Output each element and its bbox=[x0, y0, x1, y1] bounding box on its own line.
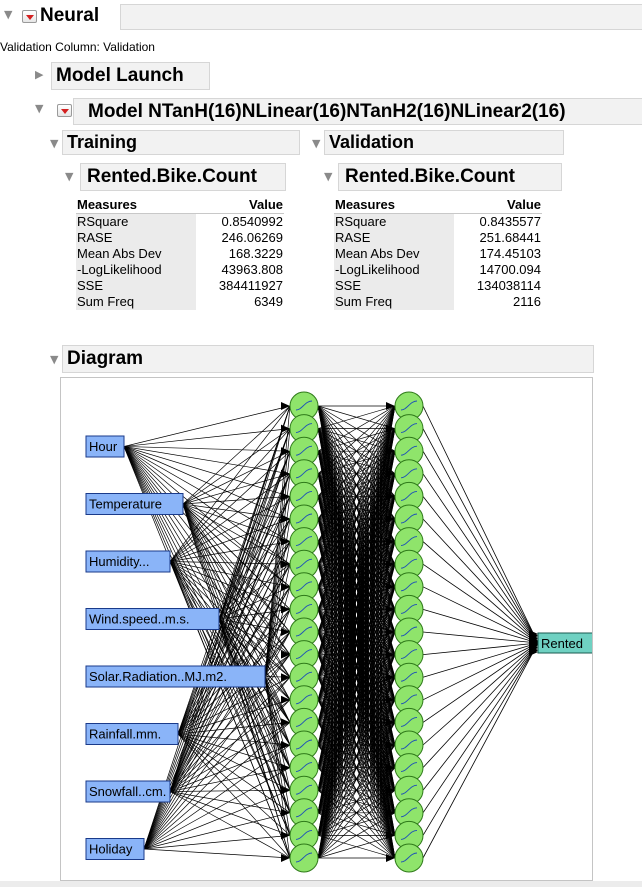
input-node: Hour bbox=[85, 435, 125, 458]
validation-col-value: Value bbox=[453, 197, 542, 214]
connection-line bbox=[143, 848, 291, 859]
input-node: Temperature bbox=[85, 493, 184, 515]
table-row: Sum Freq 2116 bbox=[334, 294, 541, 310]
connection-line bbox=[422, 631, 539, 644]
input-node: Rainfall.mm. bbox=[85, 723, 179, 745]
hidden-node-layer2 bbox=[394, 843, 424, 873]
model-disclosure-icon[interactable]: ▼ bbox=[35, 102, 43, 115]
bottom-scrollbar[interactable] bbox=[0, 881, 642, 887]
input-node: Snowfall..cm. bbox=[85, 780, 171, 803]
table-row: Mean Abs Dev 168.3229 bbox=[76, 246, 283, 262]
connection-line bbox=[422, 642, 539, 859]
table-row: RSquare 0.8435577 bbox=[334, 213, 541, 230]
table-row: Sum Freq 6349 bbox=[76, 294, 283, 310]
table-row: SSE 134038114 bbox=[334, 278, 541, 294]
training-header: Training bbox=[62, 130, 300, 155]
input-node-label: Humidity... bbox=[89, 554, 149, 569]
training-measures-table: Measures Value RSquare 0.8540992 RASE 246.… bbox=[76, 197, 284, 310]
validation-response-title: Rented.Bike.Count bbox=[345, 166, 515, 187]
input-node: Solar.Radiation..MJ.m2. bbox=[85, 665, 266, 688]
input-node-label: Solar.Radiation..MJ.m2. bbox=[89, 669, 227, 684]
validation-measures-table: Measures Value RSquare 0.8435577 RASE 251.… bbox=[334, 197, 542, 310]
table-row: Mean Abs Dev 174.45103 bbox=[334, 246, 541, 262]
connection-line bbox=[123, 428, 291, 447]
connection-line bbox=[422, 428, 539, 644]
input-node-label: Rainfall.mm. bbox=[89, 727, 161, 742]
validation-response-header: Rented.Bike.Count bbox=[338, 163, 562, 191]
connection-line bbox=[422, 642, 539, 791]
table-row: SSE 384411927 bbox=[76, 278, 283, 294]
connection-line bbox=[422, 405, 539, 644]
training-response-disclosure-icon[interactable]: ▼ bbox=[65, 170, 73, 183]
diagram-header: Diagram bbox=[62, 345, 594, 373]
arrowhead bbox=[281, 402, 290, 410]
connection-line bbox=[422, 642, 539, 723]
validation-title: Validation bbox=[329, 132, 415, 152]
connection-line bbox=[422, 642, 539, 768]
input-node: Wind.speed..m.s. bbox=[85, 608, 220, 630]
model-menu-button[interactable] bbox=[57, 104, 72, 117]
diagram-title: Diagram bbox=[67, 348, 144, 369]
validation-header: Validation bbox=[324, 130, 564, 155]
output-node: Rented bbox=[537, 632, 592, 654]
neural-header-bar bbox=[120, 4, 642, 30]
validation-response-disclosure-icon[interactable]: ▼ bbox=[324, 170, 332, 183]
input-node-label: Hour bbox=[89, 439, 118, 454]
training-response-title: Rented.Bike.Count bbox=[87, 166, 257, 187]
connection-line bbox=[422, 642, 539, 746]
connection-line bbox=[422, 518, 539, 644]
connection-line bbox=[143, 835, 291, 850]
model-title: Model NTanH(16)NLinear(16)NTanH2(16)NLin… bbox=[88, 101, 566, 122]
connection-line bbox=[422, 496, 539, 644]
hidden-node-layer1 bbox=[289, 843, 319, 873]
connection-line bbox=[169, 561, 291, 565]
connection-line bbox=[123, 446, 291, 497]
neural-title: Neural bbox=[40, 5, 100, 26]
connection-line bbox=[422, 473, 539, 644]
connection-line bbox=[123, 405, 291, 447]
connection-line bbox=[169, 744, 291, 792]
table-row: RASE 251.68441 bbox=[334, 230, 541, 246]
validation-column-note: Validation Column: Validation bbox=[0, 40, 155, 54]
validation-col-measures: Measures bbox=[334, 197, 454, 214]
connection-line bbox=[422, 541, 539, 644]
training-col-measures: Measures bbox=[76, 197, 196, 214]
neural-menu-button[interactable] bbox=[22, 10, 37, 23]
output-node-label: Rented bbox=[541, 636, 583, 651]
node-circle bbox=[289, 843, 319, 873]
connection-line bbox=[422, 642, 539, 814]
model-launch-title: Model Launch bbox=[56, 65, 184, 86]
table-row: -LogLikelihood 43963.808 bbox=[76, 262, 283, 278]
input-node: Holiday bbox=[85, 838, 145, 860]
model-launch-disclosure-icon[interactable]: ▶ bbox=[35, 68, 43, 81]
connection-line bbox=[143, 767, 291, 850]
network-diagram: Hour Temperature Humidity... Wind.speed..m.… bbox=[60, 377, 593, 881]
diagram-disclosure-icon[interactable]: ▼ bbox=[50, 353, 58, 366]
table-row: RSquare 0.8540992 bbox=[76, 213, 283, 230]
network-diagram-svg: Hour Temperature Humidity... Wind.speed..m.… bbox=[85, 391, 592, 873]
input-node-label: Wind.speed..m.s. bbox=[89, 612, 189, 627]
input-node: Humidity... bbox=[85, 550, 171, 573]
input-node-label: Snowfall..cm. bbox=[89, 784, 166, 799]
model-header: Model NTanH(16)NLinear(16)NTanH2(16)NLin… bbox=[73, 98, 642, 125]
training-col-value: Value bbox=[195, 197, 284, 214]
neural-disclosure-icon[interactable]: ▼ bbox=[4, 8, 12, 21]
training-disclosure-icon[interactable]: ▼ bbox=[50, 137, 58, 150]
connection-line bbox=[422, 563, 539, 644]
input-node-label: Holiday bbox=[89, 842, 133, 857]
connection-line bbox=[143, 812, 291, 850]
node-circle bbox=[394, 843, 424, 873]
table-row: -LogLikelihood 14700.094 bbox=[334, 262, 541, 278]
model-launch-header[interactable]: Model Launch bbox=[51, 62, 210, 90]
validation-disclosure-icon[interactable]: ▼ bbox=[312, 137, 320, 150]
input-node-label: Temperature bbox=[89, 497, 162, 512]
training-response-header: Rented.Bike.Count bbox=[80, 163, 286, 191]
training-title: Training bbox=[67, 132, 138, 152]
table-row: RASE 246.06269 bbox=[76, 230, 283, 246]
connection-line bbox=[422, 642, 539, 655]
